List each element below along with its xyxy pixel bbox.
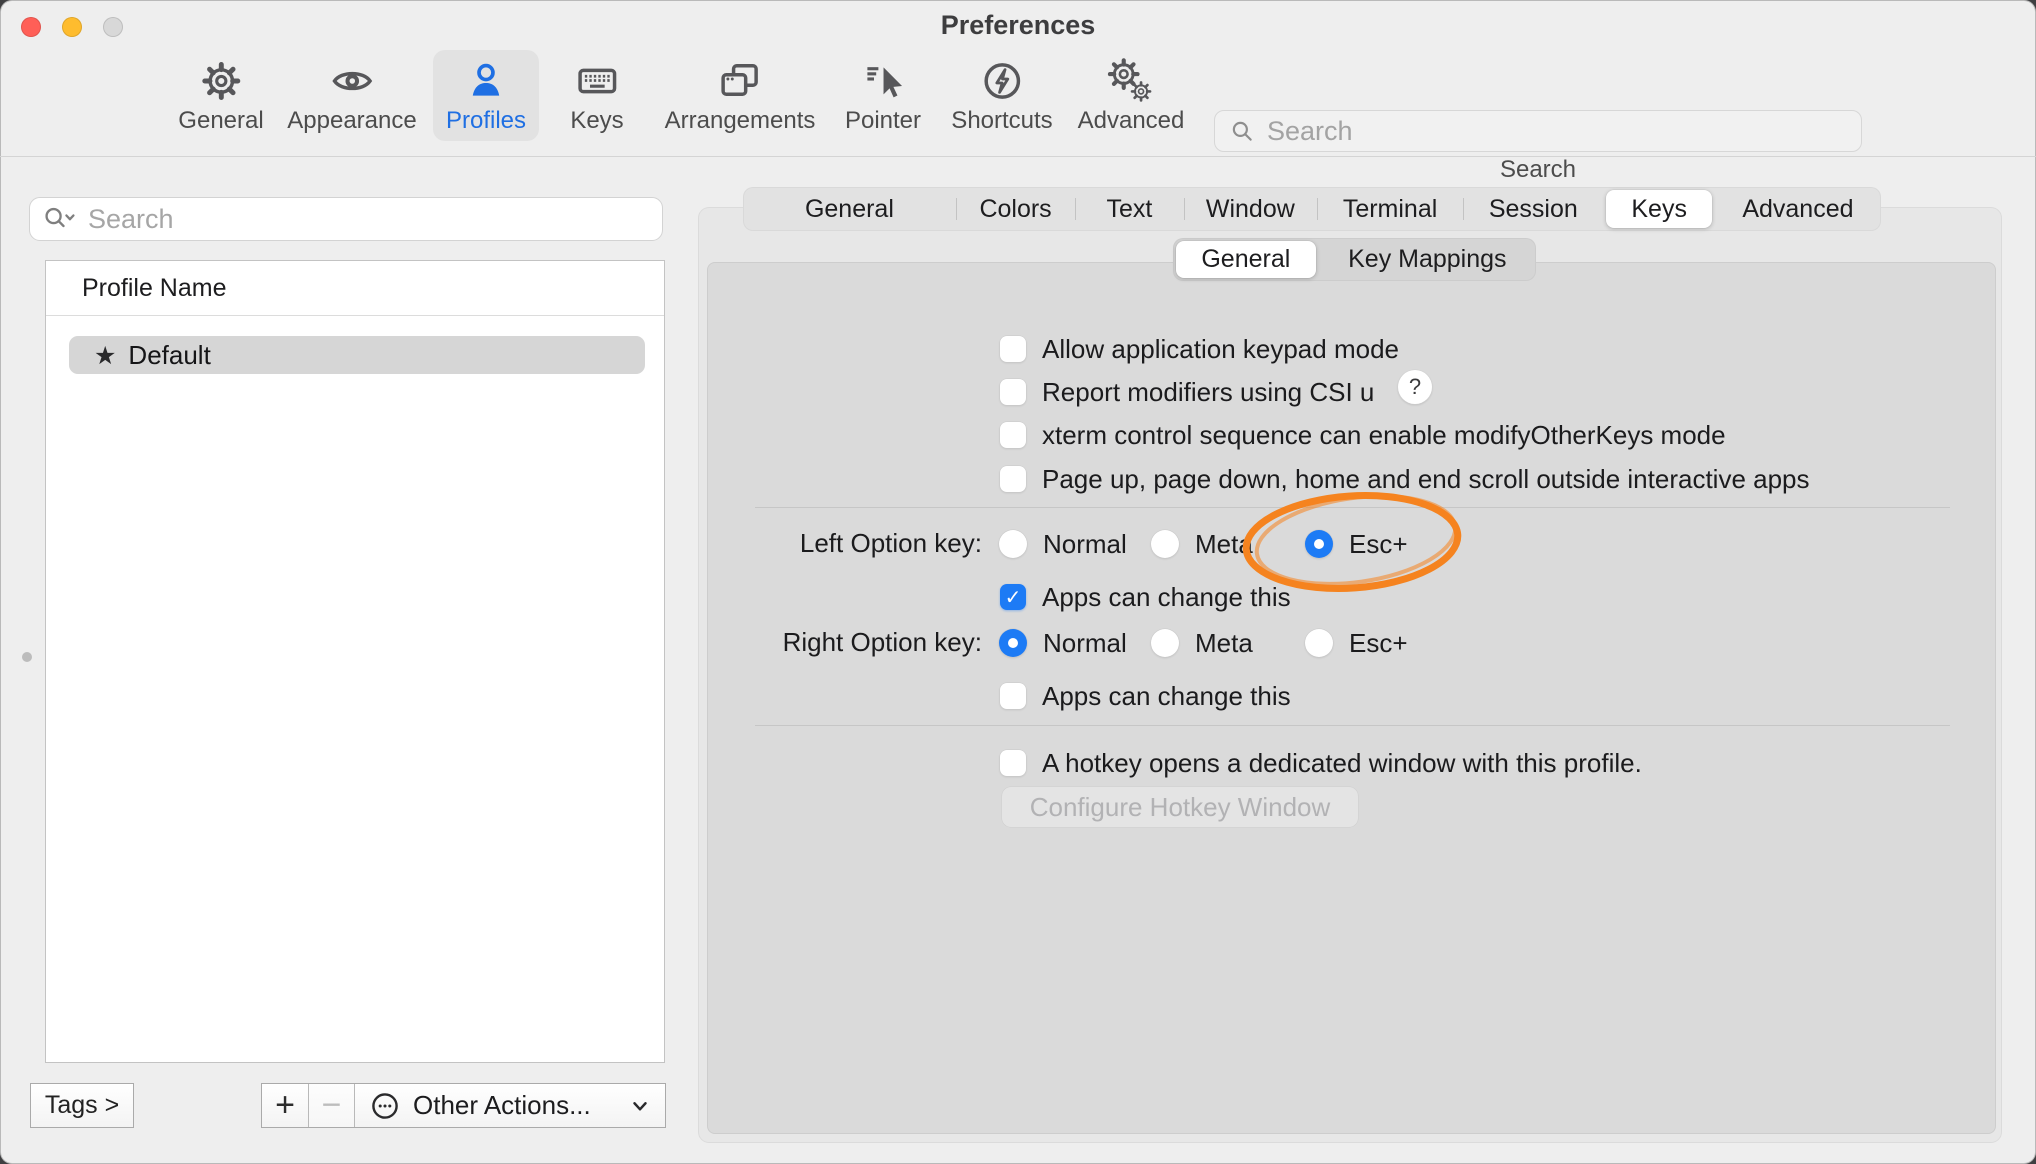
other-actions-label: Other Actions... [413,1090,617,1121]
left-apps-can-change-row[interactable]: Apps can change this [1000,581,1291,613]
profile-tab-bar: General Colors Text Window Terminal Sess… [743,187,1881,231]
bolt-circle-icon [979,58,1025,104]
tab-terminal[interactable]: Terminal [1317,187,1463,231]
radio-selected[interactable] [1305,530,1333,558]
search-icon [1229,118,1255,144]
radio-selected[interactable] [999,629,1027,657]
toolbar: General Appearance Profiles [0,48,2036,156]
subtab-general[interactable]: General [1176,241,1316,278]
keys-subtab-bar: General Key Mappings [1173,238,1536,281]
right-option-key-label: Right Option key: [690,628,982,656]
preferences-window: Preferences General Appearance [0,0,2036,1164]
checkbox-unchecked[interactable] [1000,683,1026,709]
section-divider [755,507,1950,508]
toolbar-item-general[interactable]: General [165,50,276,141]
radio-unselected[interactable] [1305,629,1333,657]
gears-icon [1108,58,1154,104]
checkbox-unchecked[interactable] [1000,466,1026,492]
eye-icon [329,58,375,104]
toolbar-item-advanced[interactable]: Advanced [1065,50,1198,141]
right-option-esc-radio[interactable]: Esc+ [1305,627,1408,659]
window-title: Preferences [0,10,2036,41]
cursor-icon [860,58,906,104]
profile-row-default[interactable]: ★ Default [69,336,645,374]
checkbox-unchecked[interactable] [1000,422,1026,448]
tab-window[interactable]: Window [1184,187,1317,231]
help-button[interactable]: ? [1398,370,1432,404]
checkbox-row-page-scroll[interactable]: Page up, page down, home and end scroll … [1000,463,1810,495]
toolbar-item-shortcuts[interactable]: Shortcuts [938,50,1065,141]
remove-profile-button[interactable]: − [309,1084,355,1127]
toolbar-search-field[interactable] [1214,110,1862,152]
right-option-normal-radio[interactable]: Normal [999,627,1127,659]
tab-keys[interactable]: Keys [1606,190,1711,228]
left-option-key-label: Left Option key: [690,529,982,557]
add-profile-button[interactable]: + [262,1084,309,1127]
window-edge-dot [22,652,32,662]
gear-icon [198,58,244,104]
checkbox-unchecked[interactable] [1000,336,1026,362]
checkbox-row-modifyotherkeys[interactable]: xterm control sequence can enable modify… [1000,419,1726,451]
chevron-down-icon [629,1095,651,1117]
subtab-key-mappings[interactable]: Key Mappings [1319,238,1536,281]
toolbar-item-profiles[interactable]: Profiles [433,50,539,141]
checkbox-row-keypad-mode[interactable]: Allow application keypad mode [1000,333,1399,365]
left-option-meta-radio[interactable]: Meta [1151,528,1253,560]
tab-session[interactable]: Session [1463,187,1603,231]
left-option-normal-radio[interactable]: Normal [999,528,1127,560]
profile-search-input[interactable] [86,203,650,236]
ellipsis-circle-icon [369,1090,401,1122]
tab-advanced[interactable]: Advanced [1715,187,1881,231]
toolbar-item-arrangements[interactable]: Arrangements [652,50,829,141]
toolbar-item-keys[interactable]: Keys [557,50,636,141]
right-option-meta-radio[interactable]: Meta [1151,627,1253,659]
right-apps-can-change-row[interactable]: Apps can change this [1000,680,1291,712]
profile-search-field[interactable] [29,197,663,241]
checkbox-checked[interactable] [1000,584,1026,610]
star-icon: ★ [94,343,116,368]
windows-icon [717,58,763,104]
configure-hotkey-window-button[interactable]: Configure Hotkey Window [1002,787,1358,827]
titlebar: Preferences [0,0,2036,48]
toolbar-item-pointer[interactable]: Pointer [832,50,934,141]
other-actions-dropdown[interactable]: Other Actions... [355,1084,665,1127]
checkbox-row-csi-u[interactable]: Report modifiers using CSI u [1000,376,1374,408]
profile-list-header: Profile Name [46,261,664,316]
search-with-menu-icon [42,205,78,233]
tags-button[interactable]: Tags > [30,1083,134,1128]
tab-colors[interactable]: Colors [956,187,1075,231]
toolbar-search-input[interactable] [1265,115,1847,148]
hotkey-checkbox-row[interactable]: A hotkey opens a dedicated window with t… [1000,747,1642,779]
left-option-esc-radio[interactable]: Esc+ [1305,528,1408,560]
keyboard-icon [574,58,620,104]
toolbar-item-appearance[interactable]: Appearance [274,50,429,141]
person-icon [463,58,509,104]
toolbar-separator [0,156,2036,157]
radio-unselected[interactable] [1151,629,1179,657]
radio-unselected[interactable] [1151,530,1179,558]
radio-unselected[interactable] [999,530,1027,558]
tab-text[interactable]: Text [1075,187,1183,231]
profile-actions-group: + − Other Actions... [261,1083,666,1128]
toolbar-search-label: Search [1214,156,1862,184]
profile-name: Default [128,340,210,371]
checkbox-unchecked[interactable] [1000,750,1026,776]
tab-general[interactable]: General [743,187,956,231]
profile-list: Profile Name ★ Default [45,260,665,1063]
section-divider [755,725,1950,726]
checkbox-unchecked[interactable] [1000,379,1026,405]
